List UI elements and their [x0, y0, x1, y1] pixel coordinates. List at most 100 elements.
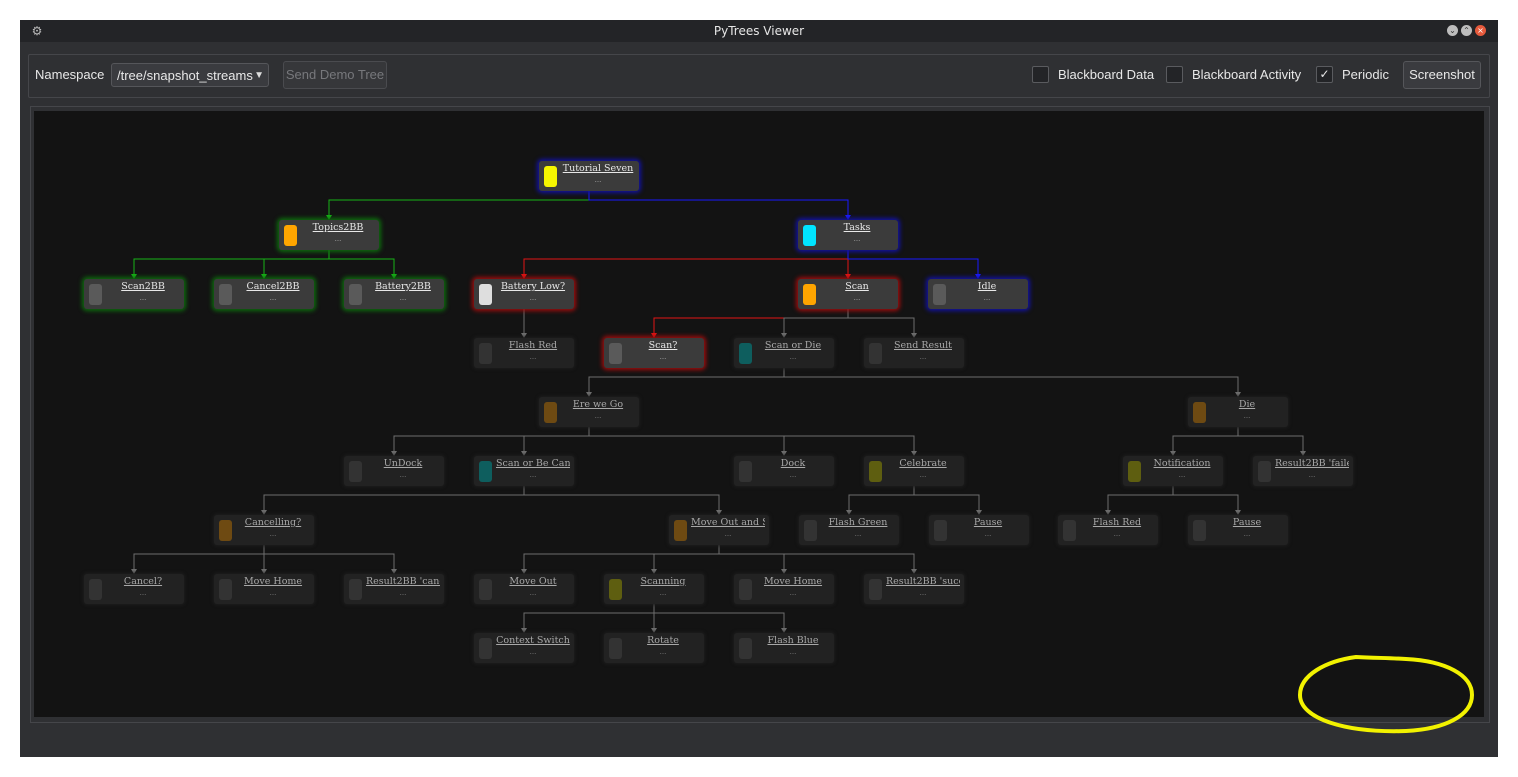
node-detail: ...	[789, 589, 797, 597]
tree-node-flash-red-1[interactable]: Flash Red...	[474, 338, 574, 368]
close-button[interactable]: ×	[1475, 25, 1486, 36]
node-label[interactable]: Tasks	[820, 222, 894, 233]
tree-node-scan[interactable]: Scan...	[798, 279, 898, 309]
node-label[interactable]: Scan or Die	[756, 340, 830, 351]
send-demo-tree-button[interactable]: Send Demo Tree	[283, 61, 387, 89]
tree-node-die[interactable]: Die...	[1188, 397, 1288, 427]
tree-node-cancel-q[interactable]: Cancel?...	[84, 574, 184, 604]
blackboard-activity-checkbox[interactable]	[1166, 66, 1183, 83]
tree-node-move-home-1[interactable]: Move Home...	[214, 574, 314, 604]
tree-node-battery2bb[interactable]: Battery2BB...	[344, 279, 444, 309]
node-status-indicator	[479, 461, 492, 482]
tree-node-move-out-and-scan[interactable]: Move Out and Sc......	[669, 515, 769, 545]
node-label[interactable]: Notification	[1145, 458, 1219, 469]
tree-node-notification[interactable]: Notification...	[1123, 456, 1223, 486]
tree-edge	[783, 368, 1239, 393]
tree-edge	[847, 309, 915, 334]
node-label[interactable]: Dock	[756, 458, 830, 469]
node-label[interactable]: Ere we Go	[561, 399, 635, 410]
tree-edge	[263, 545, 395, 570]
node-label[interactable]: Scan2BB	[106, 281, 180, 292]
tree-node-send-result[interactable]: Send Result...	[864, 338, 964, 368]
node-label[interactable]: Scan or Be Canc...	[496, 458, 570, 469]
tree-node-scanning[interactable]: Scanning...	[604, 574, 704, 604]
node-label[interactable]: Battery Low?	[496, 281, 570, 292]
node-label[interactable]: Move Out and Sc...	[691, 517, 765, 528]
tree-node-move-home-2[interactable]: Move Home...	[734, 574, 834, 604]
tree-node-undock[interactable]: UnDock...	[344, 456, 444, 486]
tree-node-celebrate[interactable]: Celebrate...	[864, 456, 964, 486]
node-label[interactable]: Die	[1210, 399, 1284, 410]
tree-node-rotate[interactable]: Rotate...	[604, 633, 704, 663]
tree-node-dock[interactable]: Dock...	[734, 456, 834, 486]
node-label[interactable]: Result2BB 'succe...	[886, 576, 960, 587]
node-label[interactable]: UnDock	[366, 458, 440, 469]
node-label[interactable]: Cancel?	[106, 576, 180, 587]
tree-node-flash-red-2[interactable]: Flash Red...	[1058, 515, 1158, 545]
node-label[interactable]: Flash Red	[496, 340, 570, 351]
tree-canvas[interactable]: Tutorial Seven... Topics2BB... Tasks... Sca…	[34, 111, 1484, 717]
blackboard-activity-label[interactable]: Blackboard Activity	[1192, 67, 1301, 83]
tree-node-context-switch[interactable]: Context Switch...	[474, 633, 574, 663]
tree-node-result2bb-failed[interactable]: Result2BB 'failed'...	[1253, 456, 1353, 486]
node-label[interactable]: Scan?	[626, 340, 700, 351]
node-label[interactable]: Move Out	[496, 576, 570, 587]
tree-node-scan-q[interactable]: Scan?...	[604, 338, 704, 368]
tree-node-pause-1[interactable]: Pause...	[929, 515, 1029, 545]
node-status-indicator	[479, 284, 492, 305]
tree-node-flash-green[interactable]: Flash Green...	[799, 515, 899, 545]
node-label[interactable]: Scanning	[626, 576, 700, 587]
node-label[interactable]: Celebrate	[886, 458, 960, 469]
node-label[interactable]: Pause	[1210, 517, 1284, 528]
namespace-label: Namespace	[35, 67, 105, 82]
tree-node-flash-blue[interactable]: Flash Blue...	[734, 633, 834, 663]
namespace-select[interactable]: /tree/snapshot_streams ▼	[111, 63, 269, 87]
tree-node-battery-low[interactable]: Battery Low?...	[474, 279, 574, 309]
node-label[interactable]: Tutorial Seven	[561, 163, 635, 174]
tree-node-cancelling[interactable]: Cancelling?...	[214, 515, 314, 545]
tree-node-topics2bb[interactable]: Topics2BB...	[279, 220, 379, 250]
tree-node-cancel2bb[interactable]: Cancel2BB...	[214, 279, 314, 309]
node-label[interactable]: Flash Red	[1080, 517, 1154, 528]
maximize-button[interactable]: ⌃	[1461, 25, 1472, 36]
node-status-indicator	[1128, 461, 1141, 482]
node-label[interactable]: Idle	[950, 281, 1024, 292]
tree-node-scan-or-be-cancelled[interactable]: Scan or Be Canc......	[474, 456, 574, 486]
periodic-label[interactable]: Periodic	[1342, 67, 1389, 83]
tree-edge	[523, 486, 720, 511]
node-status-indicator	[544, 402, 557, 423]
blackboard-data-label[interactable]: Blackboard Data	[1058, 67, 1154, 83]
node-label[interactable]: Cancelling?	[236, 517, 310, 528]
tree-node-tutorial-seven[interactable]: Tutorial Seven...	[539, 161, 639, 191]
node-label[interactable]: Rotate	[626, 635, 700, 646]
tree-node-tasks[interactable]: Tasks...	[798, 220, 898, 250]
node-label[interactable]: Result2BB 'failed'	[1275, 458, 1349, 469]
node-label[interactable]: Cancel2BB	[236, 281, 310, 292]
node-label[interactable]: Context Switch	[496, 635, 570, 646]
tree-node-result2bb-succeeded[interactable]: Result2BB 'succe......	[864, 574, 964, 604]
node-label[interactable]: Pause	[951, 517, 1025, 528]
node-label[interactable]: Flash Blue	[756, 635, 830, 646]
tree-node-ere-we-go[interactable]: Ere we Go...	[539, 397, 639, 427]
node-detail: ...	[659, 589, 667, 597]
tree-node-scan-or-die[interactable]: Scan or Die...	[734, 338, 834, 368]
screenshot-button[interactable]: Screenshot	[1403, 61, 1481, 89]
tree-node-scan2bb[interactable]: Scan2BB...	[84, 279, 184, 309]
tree-node-result2bb-cancelled[interactable]: Result2BB 'cance......	[344, 574, 444, 604]
tree-edge	[328, 250, 395, 275]
tree-node-move-out[interactable]: Move Out...	[474, 574, 574, 604]
tree-node-pause-2[interactable]: Pause...	[1188, 515, 1288, 545]
tree-node-idle[interactable]: Idle...	[928, 279, 1028, 309]
node-label[interactable]: Scan	[820, 281, 894, 292]
node-label[interactable]: Flash Green	[821, 517, 895, 528]
minimize-button[interactable]: ⌄	[1447, 25, 1458, 36]
blackboard-data-checkbox[interactable]	[1032, 66, 1049, 83]
node-detail: ...	[1243, 530, 1251, 538]
node-label[interactable]: Battery2BB	[366, 281, 440, 292]
node-label[interactable]: Send Result	[886, 340, 960, 351]
periodic-checkbox[interactable]: ✓	[1316, 66, 1333, 83]
node-label[interactable]: Result2BB 'cance...	[366, 576, 440, 587]
node-label[interactable]: Move Home	[756, 576, 830, 587]
node-label[interactable]: Topics2BB	[301, 222, 375, 233]
node-label[interactable]: Move Home	[236, 576, 310, 587]
